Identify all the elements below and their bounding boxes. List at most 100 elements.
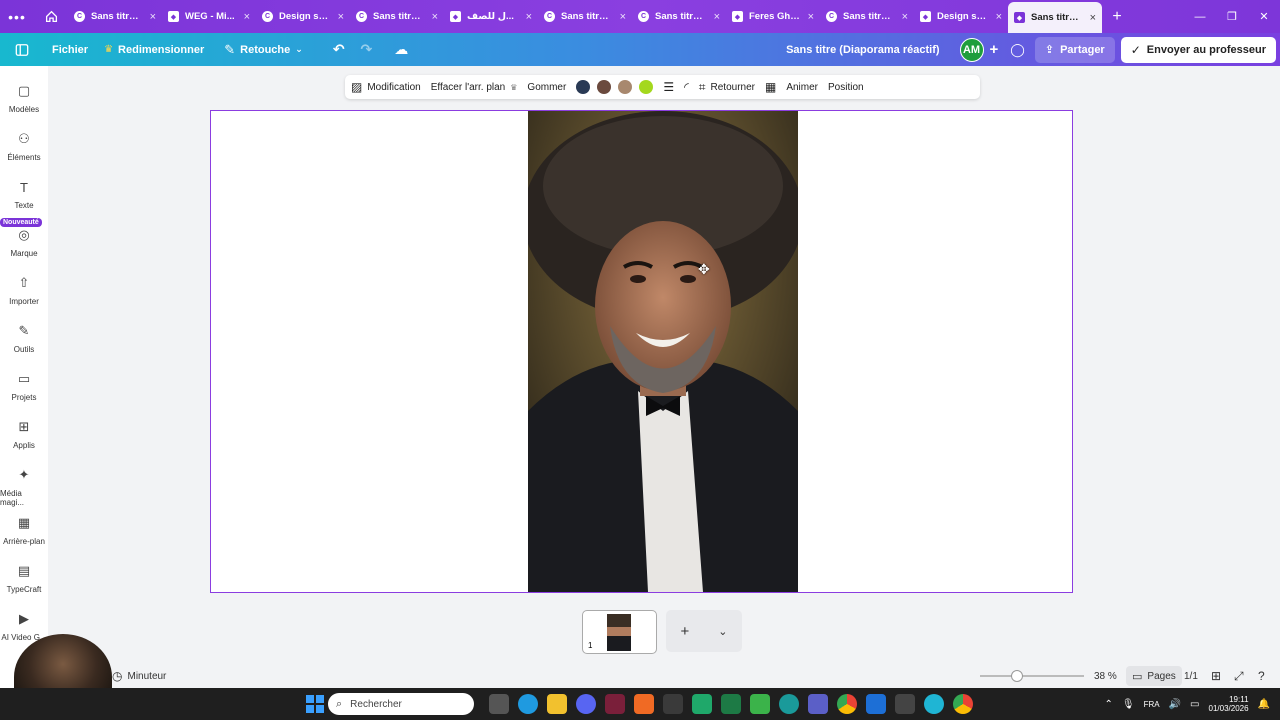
erase-button[interactable]: Gommer <box>527 82 566 93</box>
notification-icon[interactable]: 🔔 <box>1258 699 1270 710</box>
close-tab-icon[interactable]: × <box>1090 12 1096 24</box>
microphone-icon[interactable]: 🎙 <box>1122 699 1135 710</box>
zoom-value[interactable]: 38 % <box>1094 671 1117 682</box>
close-tab-icon[interactable]: × <box>432 11 438 23</box>
animate-button[interactable]: Animer <box>786 82 818 93</box>
avatar[interactable]: AM <box>959 37 984 62</box>
pages-button[interactable]: ▭ Pages <box>1126 666 1182 686</box>
resize-button[interactable]: ♛ Redimensionner <box>96 33 212 66</box>
brave-icon[interactable] <box>633 694 654 714</box>
sidebar-item[interactable]: ⚇ Éléments <box>0 131 48 162</box>
calculator-icon[interactable] <box>662 694 683 714</box>
windows-start-icon[interactable] <box>306 695 324 713</box>
color-swatch[interactable] <box>597 80 612 94</box>
color-swatch[interactable] <box>576 80 591 94</box>
new-tab-button[interactable]: + <box>1102 8 1132 26</box>
redo-button[interactable]: ↷ <box>353 33 381 66</box>
remove-background-button[interactable]: Effacer l'arr. plan ♛ <box>431 82 518 93</box>
browser-tab[interactable]: ◆ Feres Gha... × <box>726 0 820 33</box>
edge-icon[interactable] <box>517 694 538 714</box>
sidebar-item[interactable]: ◎ Marque <box>0 227 48 258</box>
sidebar-item[interactable]: ▢ Modèles <box>0 83 48 114</box>
transparency-button[interactable]: ▦ <box>765 80 776 94</box>
sidebar-item[interactable]: ▭ Projets <box>0 371 48 402</box>
greenshot-icon[interactable] <box>691 694 712 714</box>
file-explorer-icon[interactable] <box>546 694 567 714</box>
browser-tab[interactable]: C Sans titre ... × <box>350 0 444 33</box>
browser-tab[interactable]: C Design sa... × <box>256 0 350 33</box>
cloud-save-button[interactable]: ☁ <box>386 33 416 66</box>
speaker-icon[interactable]: 🔊 <box>1169 699 1181 710</box>
help-icon[interactable]: ? <box>1258 669 1265 683</box>
browser-icon[interactable] <box>778 694 799 714</box>
position-button[interactable]: Position <box>828 82 864 93</box>
close-tab-icon[interactable]: × <box>150 11 156 23</box>
home-icon[interactable] <box>34 0 68 33</box>
sidebar-item[interactable]: ▦ Arrière-plan <box>0 515 48 546</box>
restore-icon[interactable]: ❐ <box>1216 10 1248 23</box>
comment-icon[interactable]: ◯ <box>1010 42 1025 58</box>
chrome-alt-icon[interactable] <box>952 694 973 714</box>
browser-tab[interactable]: ◆ WEG - Mi... × <box>162 0 256 33</box>
file-menu-button[interactable]: Fichier <box>44 33 96 66</box>
terminal-icon[interactable] <box>894 694 915 714</box>
undo-button[interactable]: ↶ <box>325 33 353 66</box>
chevron-up-icon[interactable]: ⌃ <box>1105 699 1113 710</box>
close-tab-icon[interactable]: × <box>996 11 1002 23</box>
app-icon[interactable] <box>604 694 625 714</box>
edit-image-button[interactable]: ▨ Modification <box>351 80 421 94</box>
sidebar-item[interactable]: ⇧ Importer <box>0 275 48 306</box>
browser-tab[interactable]: ◆ Sans titre ... × <box>1008 2 1102 33</box>
close-tab-icon[interactable]: × <box>808 11 814 23</box>
timer-label[interactable]: Minuteur <box>127 671 166 682</box>
share-button[interactable]: ⇪ Partager <box>1034 36 1115 63</box>
retouch-button[interactable]: ✎ Retouche ⌄ <box>216 33 311 66</box>
zoom-slider-thumb[interactable] <box>1011 670 1023 682</box>
browser-menu-icon[interactable]: ••• <box>0 0 34 33</box>
grid-view-icon[interactable]: ⊞ <box>1211 669 1221 683</box>
crop-flip-button[interactable]: ⌗ Retourner <box>699 80 755 95</box>
sidebar-item[interactable]: ⊞ Applis <box>0 419 48 450</box>
sidebar-item[interactable]: ✦ Média magi... <box>0 467 48 507</box>
media-icon[interactable] <box>749 694 770 714</box>
color-swatch[interactable] <box>639 80 654 94</box>
minimize-icon[interactable]: — <box>1184 11 1216 23</box>
close-tab-icon[interactable]: × <box>244 11 250 23</box>
sidebar-item[interactable]: ✎ Outils <box>0 323 48 354</box>
discord-icon[interactable] <box>575 694 596 714</box>
send-to-teacher-button[interactable]: ✓ Envoyer au professeur <box>1120 36 1276 63</box>
close-tab-icon[interactable]: × <box>620 11 626 23</box>
sidebar-item[interactable]: T Texte <box>0 179 48 211</box>
close-tab-icon[interactable]: × <box>714 11 720 23</box>
fullscreen-icon[interactable]: ⤢ <box>1234 669 1244 684</box>
portrait-photo[interactable] <box>528 111 798 592</box>
browser-tab[interactable]: ◆ Design sa... × <box>914 0 1008 33</box>
toggle-panel-button[interactable] <box>0 33 44 66</box>
close-tab-icon[interactable]: × <box>902 11 908 23</box>
corner-rounding-button[interactable]: ◜ <box>684 80 689 94</box>
excel-icon[interactable] <box>720 694 741 714</box>
close-window-icon[interactable]: ✕ <box>1248 10 1280 23</box>
battery-icon[interactable]: ▭ <box>1190 699 1199 710</box>
close-tab-icon[interactable]: × <box>526 11 532 23</box>
color-swatch[interactable] <box>618 80 633 94</box>
clock[interactable]: 19:11 01/03/2026 <box>1209 695 1249 713</box>
teams-icon[interactable] <box>807 694 828 714</box>
language-indicator[interactable]: FRA <box>1144 700 1160 709</box>
app-window-icon[interactable] <box>865 694 886 714</box>
timer-icon[interactable]: ◷ <box>112 669 122 683</box>
browser-tab[interactable]: C Sans titre ... × <box>632 0 726 33</box>
canva-app-icon[interactable] <box>923 694 944 714</box>
task-view-icon[interactable] <box>488 694 509 714</box>
browser-tab[interactable]: ◆ ل للصف... × <box>444 0 538 33</box>
document-title[interactable]: Sans titre (Diaporama réactif) <box>786 44 939 56</box>
add-collaborator-icon[interactable]: + <box>990 41 999 58</box>
zoom-slider[interactable] <box>980 670 1084 682</box>
browser-tab[interactable]: C Sans titre ... × <box>68 0 162 33</box>
taskbar-search[interactable]: ⌕ Rechercher <box>328 693 474 715</box>
chevron-down-icon[interactable]: ⌄ <box>718 625 727 638</box>
browser-tab[interactable]: C Sans titre ... × <box>538 0 632 33</box>
close-tab-icon[interactable]: × <box>338 11 344 23</box>
page-thumbnail[interactable]: 1 <box>582 610 657 654</box>
add-page-button[interactable]: + <box>681 623 690 640</box>
